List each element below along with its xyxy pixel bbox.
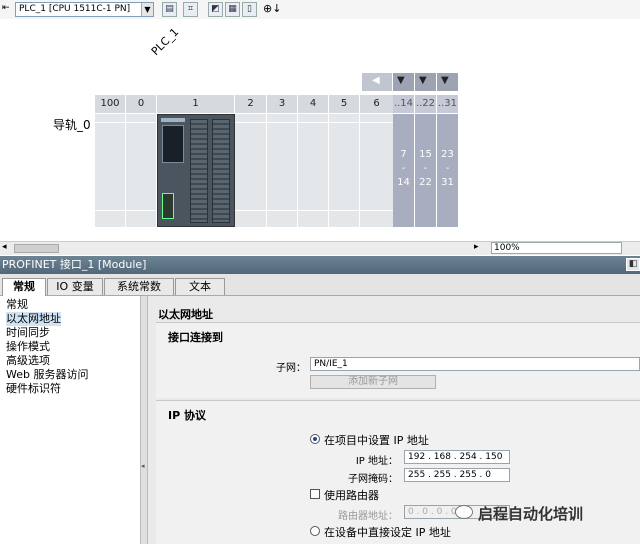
slot-empty[interactable] xyxy=(126,114,157,227)
subnet-mask-field[interactable]: 255 . 255 . 255 . 0 xyxy=(404,468,510,482)
expansion-slot-range: ..14 xyxy=(393,95,414,113)
zoom-select[interactable]: 100% xyxy=(491,242,622,254)
range-start: 7 xyxy=(400,149,407,160)
watermark-text: 启程自动化培训 xyxy=(478,505,584,523)
nav-item-ethernet-address[interactable]: 以太网地址 xyxy=(6,312,61,326)
expansion-column[interactable]: 15 - 22 xyxy=(415,114,436,227)
expansion-slot-range: ..22 xyxy=(415,95,436,113)
nav-item-operating-mode[interactable]: 操作模式 xyxy=(6,340,50,354)
router-address-value: 0 . 0 . 0 . 0 xyxy=(408,507,457,517)
subnet-value: PN/IE_1 xyxy=(314,359,348,369)
slot-header[interactable]: 2 xyxy=(235,95,267,113)
router-address-label: 路由器地址： xyxy=(338,511,398,522)
slot-header[interactable]: 100 xyxy=(95,95,126,113)
device-select-value: PLC_1 [CPU 1511C-1 PN] xyxy=(19,4,131,14)
range-end: 14 xyxy=(397,177,410,188)
expand-button[interactable]: ▼ xyxy=(437,73,458,91)
ip-section-title: IP 协议 xyxy=(168,409,206,422)
range-dash: - xyxy=(423,163,428,174)
collapse-arrow-icon[interactable]: ◂ xyxy=(141,462,145,470)
slot-empty[interactable] xyxy=(360,114,394,227)
slot-empty[interactable] xyxy=(95,114,126,227)
slot-header[interactable]: 1 xyxy=(157,95,235,113)
collapse-left-button[interactable]: ◀ xyxy=(362,73,392,91)
tab-general[interactable]: 常规 xyxy=(2,278,46,296)
inspector-title: PROFINET 接口_1 [Module] xyxy=(0,256,640,274)
range-start: 15 xyxy=(419,149,432,160)
slot-header[interactable]: 4 xyxy=(298,95,329,113)
add-subnet-button[interactable]: 添加新子网 xyxy=(310,375,436,389)
range-start: 23 xyxy=(441,149,454,160)
io-module-strip xyxy=(190,119,208,223)
split-view-icon[interactable]: ◩ xyxy=(208,2,223,17)
range-end: 31 xyxy=(441,177,454,188)
subnet-label: 子网： xyxy=(276,363,306,374)
device-select[interactable]: PLC_1 [CPU 1511C-1 PN] ▼ xyxy=(15,2,154,17)
nav-item-time-sync[interactable]: 时间同步 xyxy=(6,326,50,340)
interface-panel: 接口连接到 子网： PN/IE_1 添加新子网 xyxy=(156,322,640,398)
slot-header[interactable]: 5 xyxy=(329,95,360,113)
slot-header[interactable]: 6 xyxy=(360,95,394,113)
subnet-select[interactable]: PN/IE_1 xyxy=(310,357,640,371)
tab-io-tags[interactable]: IO 变量 xyxy=(47,278,103,295)
nav-item-advanced-options[interactable]: 高级选项 xyxy=(6,354,50,368)
ip-address-value: 192 . 168 . 254 . 150 xyxy=(408,452,503,462)
arrow-icon[interactable]: ⇤ xyxy=(2,3,10,13)
cpu-logo xyxy=(161,118,185,122)
range-dash: - xyxy=(445,163,450,174)
slot-empty[interactable] xyxy=(235,114,267,227)
slot-empty[interactable] xyxy=(267,114,298,227)
slot-empty[interactable] xyxy=(298,114,329,227)
nav-splitter[interactable]: ◂ xyxy=(140,296,148,544)
ip-address-field[interactable]: 192 . 168 . 254 . 150 xyxy=(404,450,510,464)
io-module-strip xyxy=(212,119,230,223)
interface-section-title: 接口连接到 xyxy=(168,331,223,344)
range-dash: - xyxy=(401,163,406,174)
radio-set-ip-on-device[interactable] xyxy=(310,526,320,536)
radio-set-ip-on-device-label: 在设备中直接设定 IP 地址 xyxy=(324,526,451,539)
use-router-label: 使用路由器 xyxy=(324,489,379,502)
device-table-icon[interactable]: ▤ xyxy=(162,2,177,17)
tab-system-constants[interactable]: 系统常数 xyxy=(104,278,174,295)
cpu-display xyxy=(162,125,184,163)
grid-icon[interactable]: ▦ xyxy=(225,2,240,17)
expansion-slot-range: ..31 xyxy=(437,95,458,113)
network-view-icon[interactable]: ⌗ xyxy=(183,2,198,17)
zoom-icon[interactable]: ⊕↓ xyxy=(263,2,281,15)
ethernet-port-icon xyxy=(162,193,174,219)
subnet-mask-value: 255 . 255 . 255 . 0 xyxy=(408,470,492,480)
expand-button[interactable]: ▼ xyxy=(415,73,436,91)
slot-empty[interactable] xyxy=(329,114,360,227)
radio-set-ip-in-project[interactable] xyxy=(310,434,320,444)
subnet-mask-label: 子网掩码： xyxy=(348,474,398,485)
scroll-left-icon[interactable]: ◂ xyxy=(2,242,7,252)
nav-item-hardware-id[interactable]: 硬件标识符 xyxy=(6,382,61,396)
chevron-down-icon[interactable]: ▼ xyxy=(141,3,153,16)
nav-item-general[interactable]: 常规 xyxy=(6,298,28,312)
wechat-icon xyxy=(455,505,473,519)
properties-icon[interactable]: ◧ xyxy=(626,258,640,271)
zoom-value: 100% xyxy=(494,243,520,253)
expansion-column[interactable]: 7 - 14 xyxy=(393,114,414,227)
rail-label: 导轨_0 xyxy=(53,118,91,132)
scroll-right-icon[interactable]: ▸ xyxy=(474,242,479,252)
ip-address-label: IP 地址： xyxy=(355,456,398,467)
tab-texts[interactable]: 文本 xyxy=(175,278,225,295)
page-icon[interactable]: ▯ xyxy=(242,2,257,17)
section-title-ethernet: 以太网地址 xyxy=(158,308,213,321)
nav-item-web-server[interactable]: Web 服务器访问 xyxy=(6,368,88,382)
radio-set-ip-in-project-label: 在项目中设置 IP 地址 xyxy=(324,434,429,447)
expansion-column[interactable]: 23 - 31 xyxy=(437,114,458,227)
expand-button[interactable]: ▼ xyxy=(393,73,414,91)
device-view-toolbar: ⇤ PLC_1 [CPU 1511C-1 PN] ▼ ▤ ⌗ ◩ ▦ ▯ ⊕↓ xyxy=(0,0,640,19)
use-router-checkbox[interactable] xyxy=(310,489,320,499)
inspector-nav: 常规 以太网地址 时间同步 操作模式 高级选项 Web 服务器访问 硬件标识符 xyxy=(0,296,140,544)
range-end: 22 xyxy=(419,177,432,188)
slot-header[interactable]: 3 xyxy=(267,95,298,113)
cpu-module[interactable] xyxy=(157,114,235,227)
slot-header[interactable]: 0 xyxy=(126,95,157,113)
scrollbar-thumb[interactable] xyxy=(14,244,59,253)
